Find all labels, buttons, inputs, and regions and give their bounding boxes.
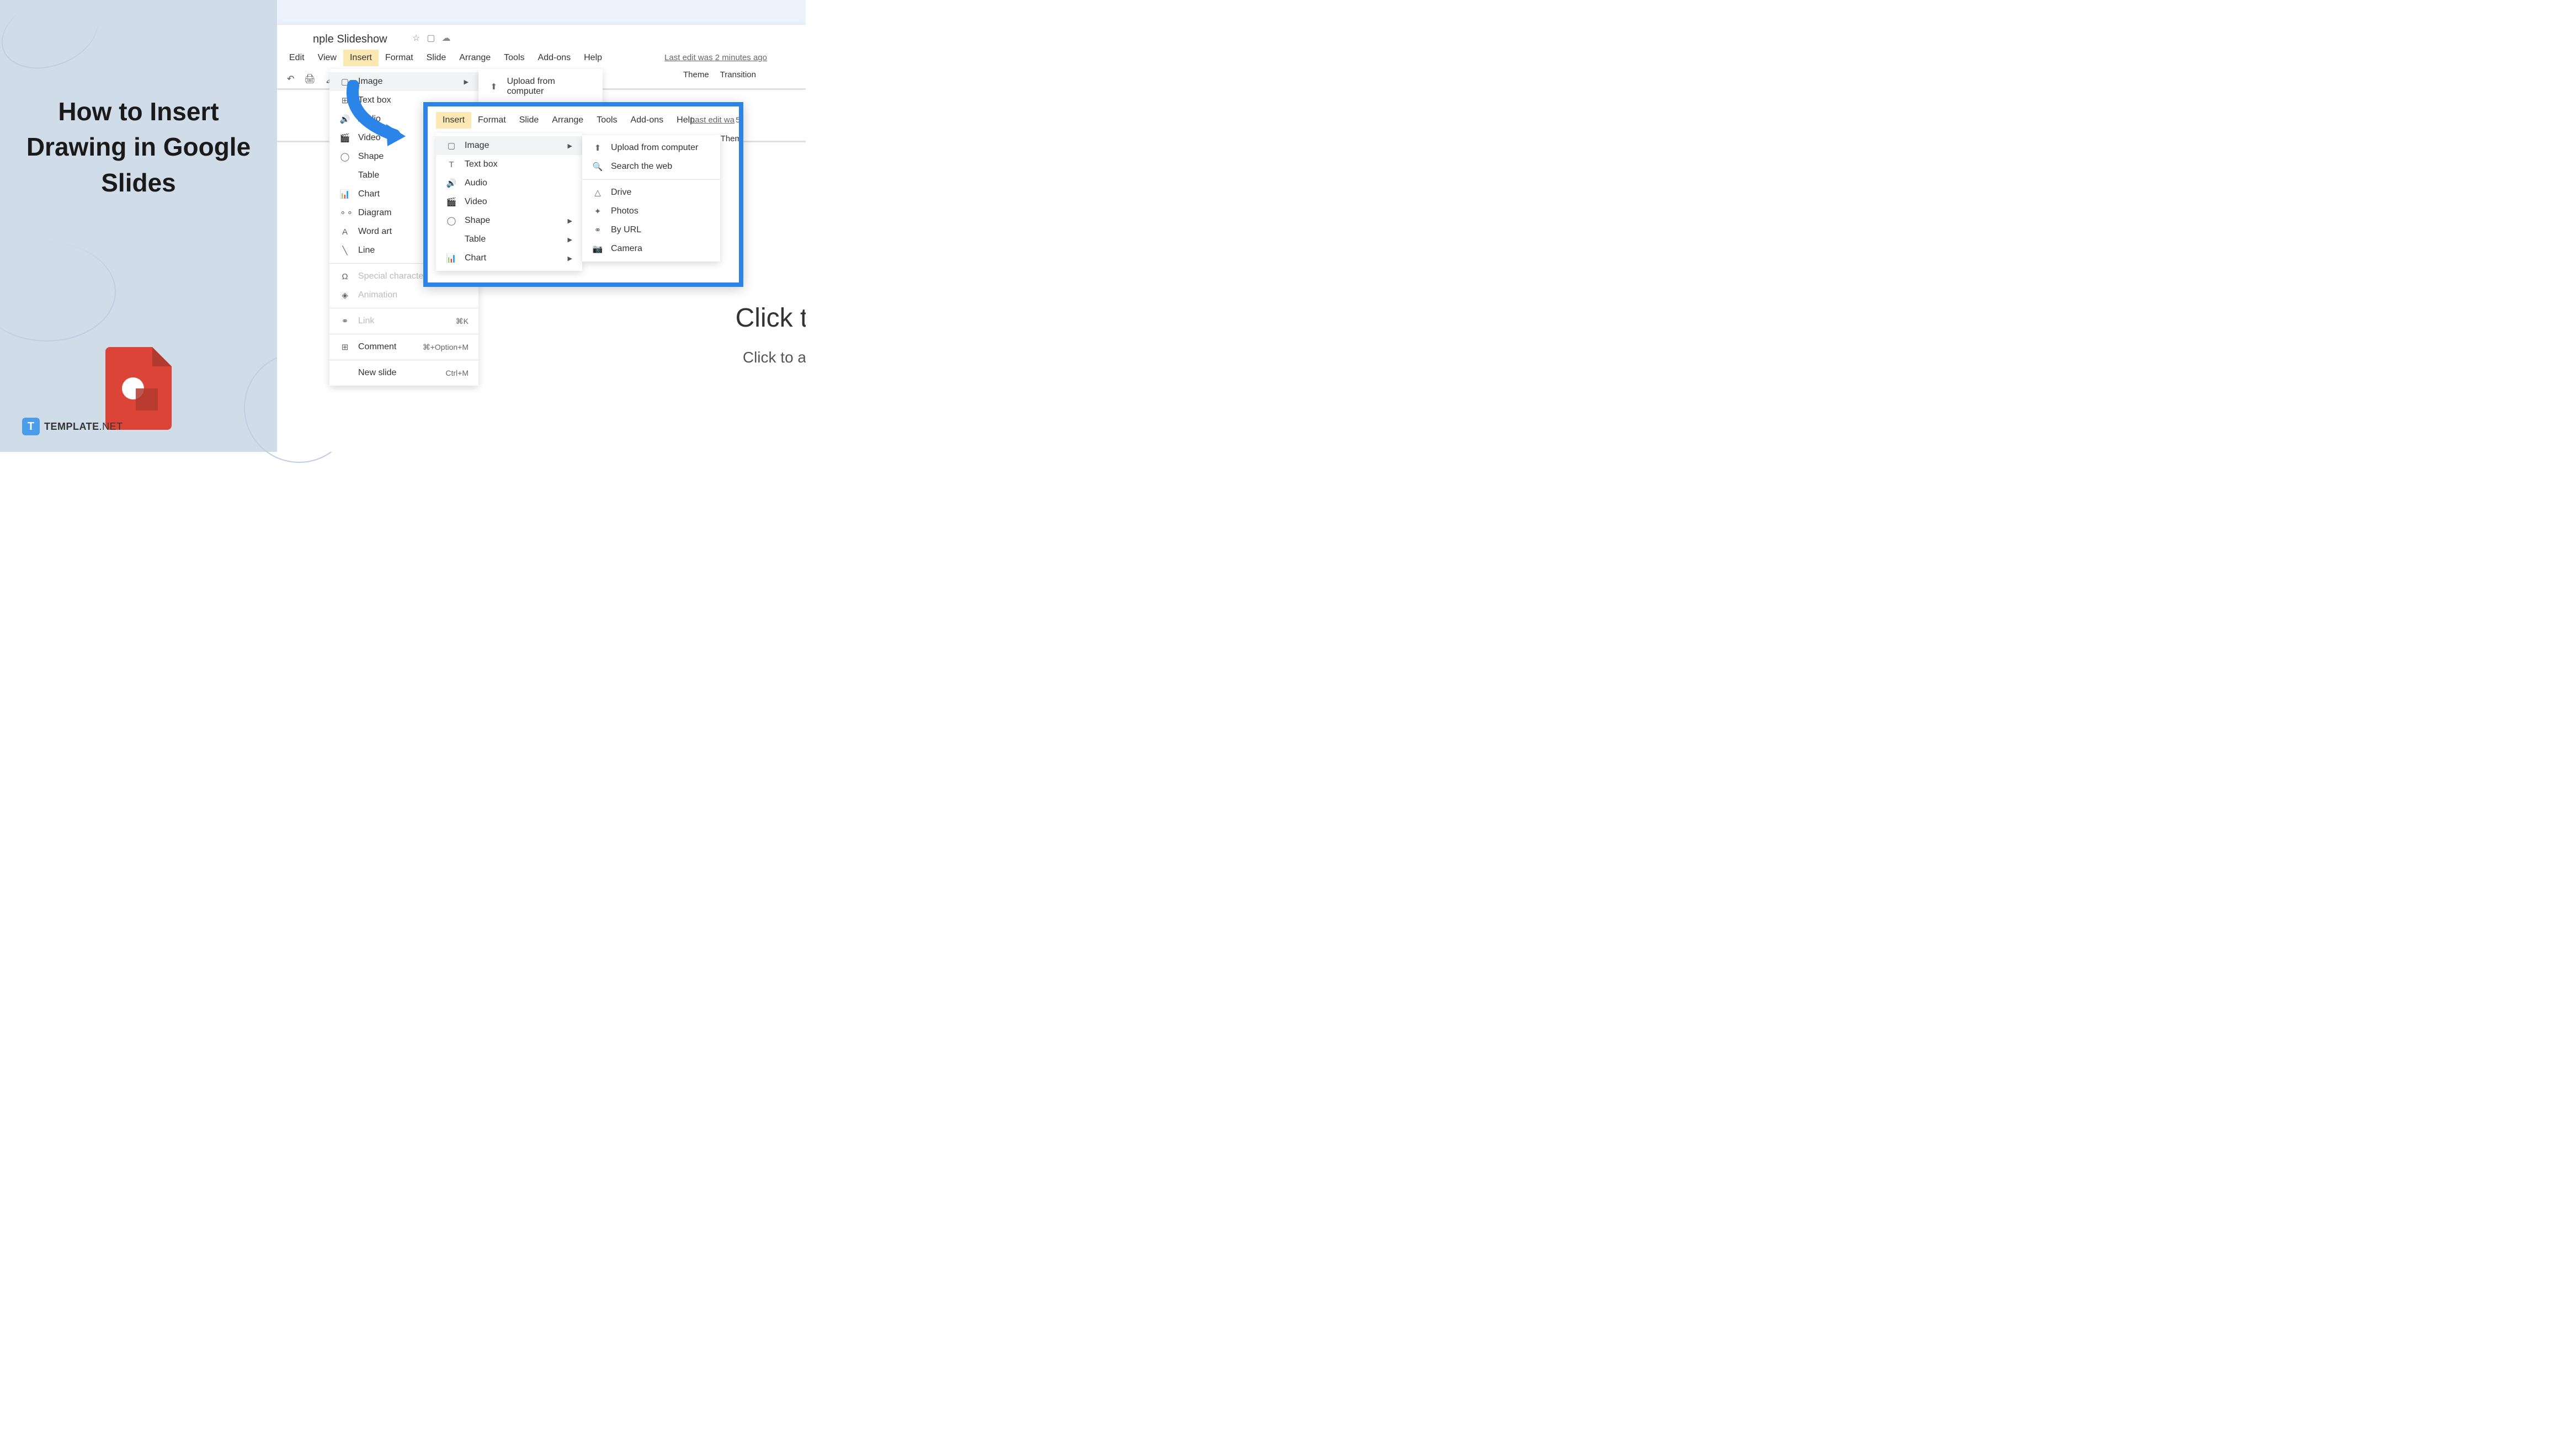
print-icon[interactable]: 🖨 [304, 73, 315, 84]
inset-submenu-drive[interactable]: △Drive [582, 183, 720, 202]
omega-icon: Ω [339, 272, 350, 281]
inset-menu-slide[interactable]: Slide [513, 112, 546, 129]
shape-icon: ◯ [446, 216, 457, 226]
slide-title-placeholder[interactable]: Click to [736, 303, 806, 333]
inset-menu-tools[interactable]: Tools [590, 112, 624, 129]
wordart-icon: A [339, 227, 350, 237]
menu-insert[interactable]: Insert [343, 50, 379, 66]
menu-divider [582, 179, 720, 180]
brand-text: TEMPLATE.NET [44, 421, 123, 433]
chevron-right-icon: ▶ [568, 142, 572, 150]
menu-view[interactable]: View [311, 50, 343, 66]
theme-transition-buttons: Theme Transition [683, 70, 756, 79]
image-submenu: ⬆Upload from computer [478, 69, 603, 104]
submenu-upload[interactable]: ⬆Upload from computer [478, 72, 603, 101]
chart-icon: 📊 [339, 189, 350, 199]
document-title[interactable]: nple Slideshow [313, 33, 387, 46]
inset-last-edit[interactable]: Last edit wa [690, 115, 735, 125]
menu-addons[interactable]: Add-ons [531, 50, 578, 66]
chevron-right-icon: ▶ [568, 255, 572, 262]
slide-subtitle-placeholder[interactable]: Click to ac [743, 349, 806, 366]
chart-icon: 📊 [446, 253, 457, 263]
menu-format[interactable]: Format [379, 50, 420, 66]
shape-icon: ◯ [339, 152, 350, 162]
search-icon: 🔍 [592, 162, 603, 172]
cloud-icon[interactable]: ☁ [441, 33, 450, 44]
menu-item-newslide[interactable]: New slideCtrl+M [329, 364, 478, 382]
inset-menu-format[interactable]: Format [471, 112, 513, 129]
icon-square [136, 388, 158, 410]
right-panel: nple Slideshow ☆ ▢ ☁ Edit View Insert Fo… [277, 0, 806, 452]
chevron-right-icon: ▶ [464, 78, 469, 86]
upload-icon: ⬆ [488, 82, 499, 92]
last-edit-link[interactable]: Last edit was 2 minutes ago [664, 53, 767, 62]
brand-logo: T TEMPLATE.NET [22, 418, 123, 435]
inset-menu-item-chart[interactable]: 📊Chart▶ [436, 249, 582, 268]
upload-icon: ⬆ [592, 143, 603, 153]
inset-menu-item-image[interactable]: ▢Image▶ [436, 136, 582, 155]
inset-menu-arrange[interactable]: Arrange [545, 112, 590, 129]
inset-screenshot: Insert Format Slide Arrange Tools Add-on… [423, 102, 743, 287]
move-icon[interactable]: ▢ [427, 33, 435, 44]
brand-icon: T [22, 418, 40, 435]
comment-icon: ⊞ [339, 342, 350, 352]
camera-icon: 📷 [592, 244, 603, 254]
star-icon[interactable]: ☆ [412, 33, 420, 44]
slides-window: nple Slideshow ☆ ▢ ☁ Edit View Insert Fo… [277, 25, 806, 452]
undo-icon[interactable]: ↶ [287, 73, 294, 84]
link-icon: ⚭ [592, 225, 603, 235]
menu-tools[interactable]: Tools [497, 50, 531, 66]
link-icon: ⚭ [339, 316, 350, 326]
inset-theme[interactable]: Them [721, 134, 742, 143]
theme-button[interactable]: Theme [683, 70, 709, 79]
diagram-icon: ⚬⚬ [339, 208, 350, 218]
inset-submenu-search[interactable]: 🔍Search the web [582, 157, 720, 176]
left-panel: How to Insert Drawing in Google Slides T… [0, 0, 277, 452]
inset-submenu-photos[interactable]: ✦Photos [582, 202, 720, 221]
inset-submenu-camera[interactable]: 📷Camera [582, 239, 720, 258]
inset-menubar: Insert Format Slide Arrange Tools Add-on… [436, 112, 701, 129]
page-title: How to Insert Drawing in Google Slides [22, 94, 255, 200]
transition-button[interactable]: Transition [720, 70, 756, 79]
annotation-arrow [342, 80, 414, 152]
menu-edit[interactable]: Edit [283, 50, 311, 66]
inset-menu-insert[interactable]: Insert [436, 112, 471, 129]
inset-insert-menu: ▢Image▶ TText box 🔊Audio 🎬Video ◯Shape▶ … [436, 133, 582, 271]
inset-menu-item-audio[interactable]: 🔊Audio [436, 174, 582, 193]
inset-submenu-upload[interactable]: ⬆Upload from computer [582, 138, 720, 157]
photos-icon: ✦ [592, 206, 603, 216]
inset-menu-addons[interactable]: Add-ons [624, 112, 670, 129]
inset-image-submenu: ⬆Upload from computer 🔍Search the web △D… [582, 135, 720, 262]
title-bar-icons: ☆ ▢ ☁ [412, 33, 450, 44]
line-icon: ╲ [339, 246, 350, 255]
menu-item-link: ⚭Link⌘K [329, 312, 478, 330]
inset-menu-item-table[interactable]: Table▶ [436, 230, 582, 249]
animation-icon: ◈ [339, 290, 350, 300]
menu-item-comment[interactable]: ⊞Comment⌘+Option+M [329, 338, 478, 356]
drive-icon: △ [592, 188, 603, 198]
menu-item-animation: ◈Animation [329, 286, 478, 305]
image-icon: ▢ [446, 141, 457, 151]
menu-arrange[interactable]: Arrange [453, 50, 497, 66]
menu-slide[interactable]: Slide [420, 50, 453, 66]
menubar: Edit View Insert Format Slide Arrange To… [283, 50, 609, 66]
video-icon: 🎬 [446, 197, 457, 207]
decorative-doodle [0, 0, 108, 81]
inset-menu-item-textbox[interactable]: TText box [436, 155, 582, 174]
menu-help[interactable]: Help [577, 50, 609, 66]
decorative-doodle [0, 242, 116, 342]
chevron-right-icon: ▶ [568, 217, 572, 225]
audio-icon: 🔊 [446, 178, 457, 188]
inset-menu-item-video[interactable]: 🎬Video [436, 193, 582, 211]
chevron-right-icon: ▶ [568, 236, 572, 243]
inset-slide-number: 5 [736, 115, 740, 124]
inset-menu-item-shape[interactable]: ◯Shape▶ [436, 211, 582, 230]
textbox-icon: T [446, 160, 457, 169]
inset-submenu-url[interactable]: ⚭By URL [582, 221, 720, 239]
